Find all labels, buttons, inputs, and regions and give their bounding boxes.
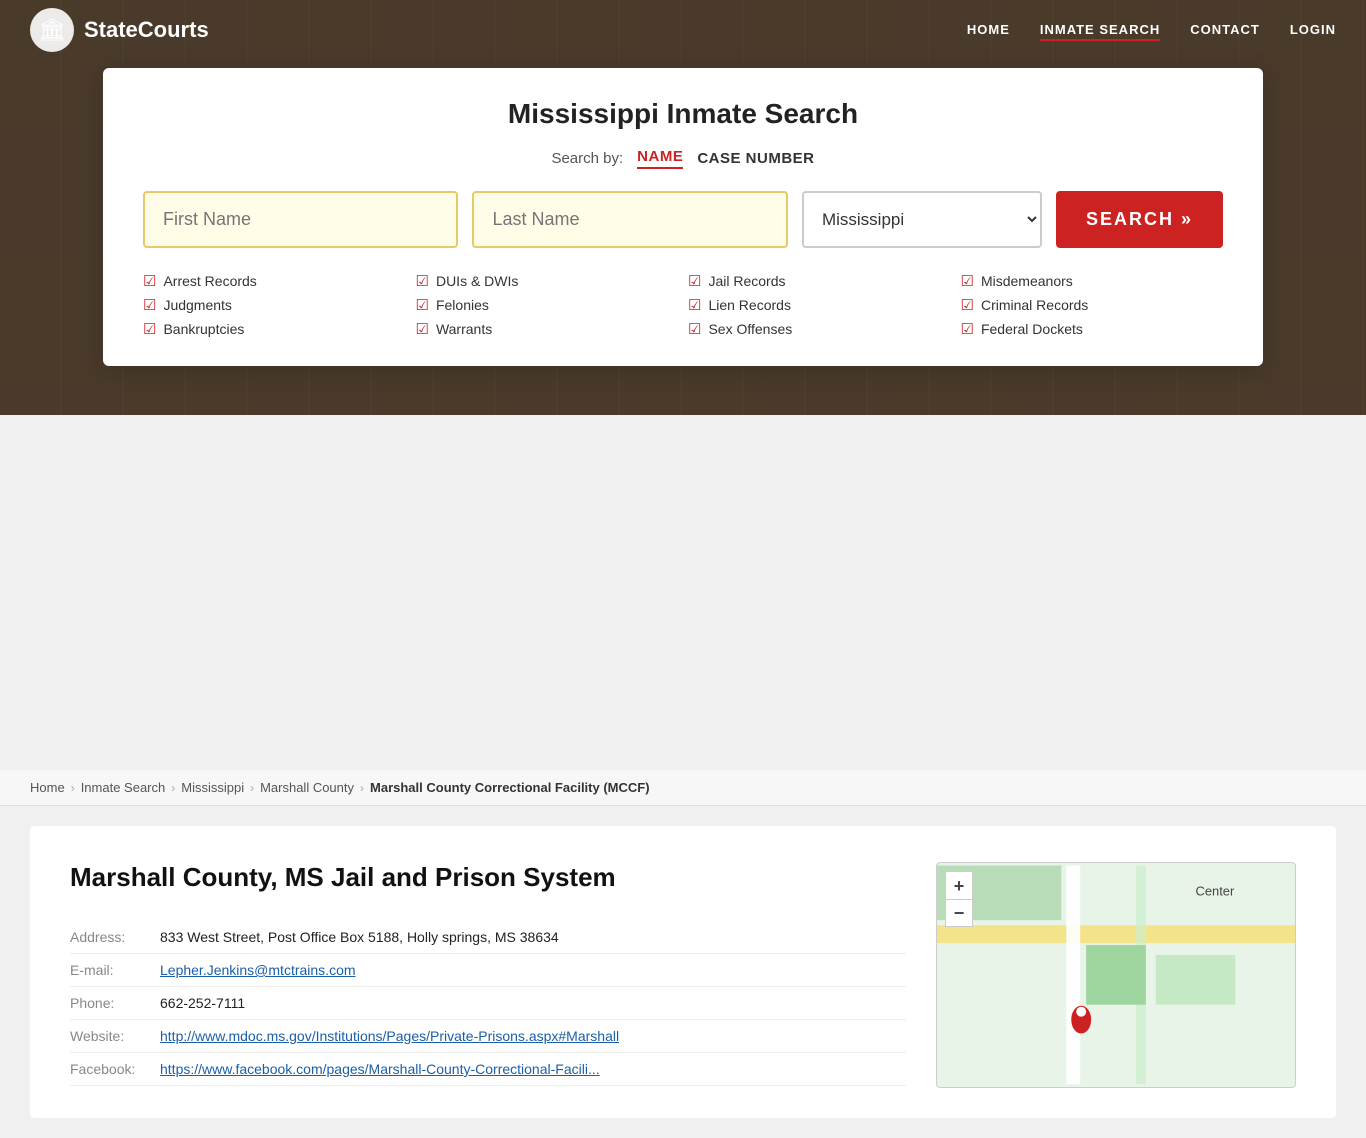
check-label-felonies: Felonies [436,297,489,313]
check-label-arrest: Arrest Records [163,273,256,289]
check-icon-warrants: ☑ [416,320,429,338]
website-row: Website: http://www.mdoc.ms.gov/Institut… [70,1020,906,1053]
check-icon-arrest: ☑ [143,272,156,290]
facebook-row: Facebook: https://www.facebook.com/pages… [70,1053,906,1086]
breadcrumb-sep-2: › [171,781,175,795]
check-icon-criminal: ☑ [961,296,974,314]
svg-text:Center: Center [1196,883,1235,898]
check-icon-felonies: ☑ [416,296,429,314]
map-svg: Center [937,863,1295,1087]
breadcrumb-sep-4: › [360,781,364,795]
search-by-label: Search by: [551,150,623,167]
last-name-input[interactable] [472,191,787,248]
breadcrumb: Home › Inmate Search › Mississippi › Mar… [0,770,1366,806]
tab-case-number[interactable]: CASE NUMBER [697,150,814,167]
phone-value: 662-252-7111 [160,987,906,1020]
facility-title: Marshall County, MS Jail and Prison Syst… [70,862,906,893]
facebook-value: https://www.facebook.com/pages/Marshall-… [160,1053,906,1086]
check-bankruptcies: ☑ Bankruptcies [143,320,406,338]
check-icon-lien: ☑ [688,296,701,314]
check-label-criminal: Criminal Records [981,297,1088,313]
check-judgments: ☑ Judgments [143,296,406,314]
facility-info: Marshall County, MS Jail and Prison Syst… [70,862,906,1088]
checklist-grid: ☑ Arrest Records ☑ DUIs & DWIs ☑ Jail Re… [143,272,1223,338]
check-icon-jail: ☑ [688,272,701,290]
search-inputs: Mississippi SEARCH » [143,191,1223,248]
check-label-misdemeanors: Misdemeanors [981,273,1073,289]
check-label-judgments: Judgments [163,297,231,313]
state-select[interactable]: Mississippi [802,191,1042,248]
modal-title: Mississippi Inmate Search [143,98,1223,130]
logo-icon: 🏛 [30,8,74,52]
check-icon-bankruptcies: ☑ [143,320,156,338]
check-federal-dockets: ☑ Federal Dockets [961,320,1224,338]
address-value: 833 West Street, Post Office Box 5188, H… [160,921,906,954]
address-row: Address: 833 West Street, Post Office Bo… [70,921,906,954]
check-misdemeanors: ☑ Misdemeanors [961,272,1224,290]
search-by-row: Search by: NAME CASE NUMBER [143,148,1223,169]
nav-login[interactable]: LOGIN [1290,22,1336,37]
check-felonies: ☑ Felonies [416,296,679,314]
check-lien-records: ☑ Lien Records [688,296,951,314]
check-label-lien: Lien Records [708,297,791,313]
logo-name: StateCourts [84,17,209,43]
address-label: Address: [70,921,160,954]
email-link[interactable]: Lepher.Jenkins@mtctrains.com [160,962,356,978]
facebook-link[interactable]: https://www.facebook.com/pages/Marshall-… [160,1061,600,1077]
nav-home[interactable]: HOME [967,22,1010,37]
website-link[interactable]: http://www.mdoc.ms.gov/Institutions/Page… [160,1028,619,1044]
hero-section: COURTHOUSE 🏛 StateCourts HOME INMATE SEA… [0,0,1366,415]
first-name-input[interactable] [143,191,458,248]
check-label-warrants: Warrants [436,321,492,337]
check-icon-sex-offenses: ☑ [688,320,701,338]
check-label-duis: DUIs & DWIs [436,273,518,289]
check-icon-judgments: ☑ [143,296,156,314]
check-warrants: ☑ Warrants [416,320,679,338]
check-criminal-records: ☑ Criminal Records [961,296,1224,314]
check-label-federal: Federal Dockets [981,321,1083,337]
check-sex-offenses: ☑ Sex Offenses [688,320,951,338]
website-value: http://www.mdoc.ms.gov/Institutions/Page… [160,1020,906,1053]
map-zoom-in[interactable]: + [945,871,973,899]
check-icon-duis: ☑ [416,272,429,290]
map-container: + − Center [936,862,1296,1088]
nav-contact[interactable]: CONTACT [1190,22,1260,37]
breadcrumb-inmate-search[interactable]: Inmate Search [81,780,166,795]
breadcrumb-mississippi[interactable]: Mississippi [181,780,244,795]
check-arrest-records: ☑ Arrest Records [143,272,406,290]
breadcrumb-current: Marshall County Correctional Facility (M… [370,780,650,795]
email-value: Lepher.Jenkins@mtctrains.com [160,954,906,987]
check-label-sex-offenses: Sex Offenses [708,321,792,337]
nav-inmate-search[interactable]: INMATE SEARCH [1040,22,1160,41]
breadcrumb-home[interactable]: Home [30,780,65,795]
map-zoom-out[interactable]: − [945,899,973,927]
breadcrumb-sep-3: › [250,781,254,795]
tab-name[interactable]: NAME [637,148,683,169]
search-button[interactable]: SEARCH » [1056,191,1223,248]
phone-row: Phone: 662-252-7111 [70,987,906,1020]
main-content: Marshall County, MS Jail and Prison Syst… [30,826,1336,1118]
breadcrumb-marshall-county[interactable]: Marshall County [260,780,354,795]
email-row: E-mail: Lepher.Jenkins@mtctrains.com [70,954,906,987]
email-label: E-mail: [70,954,160,987]
check-label-bankruptcies: Bankruptcies [163,321,244,337]
info-table: Address: 833 West Street, Post Office Bo… [70,921,906,1086]
website-label: Website: [70,1020,160,1053]
breadcrumb-sep-1: › [71,781,75,795]
navbar: 🏛 StateCourts HOME INMATE SEARCH CONTACT… [0,0,1366,60]
check-duis: ☑ DUIs & DWIs [416,272,679,290]
facebook-label: Facebook: [70,1053,160,1086]
check-icon-federal: ☑ [961,320,974,338]
phone-label: Phone: [70,987,160,1020]
map-controls: + − [945,871,973,927]
search-modal: Mississippi Inmate Search Search by: NAM… [103,68,1263,366]
nav-links: HOME INMATE SEARCH CONTACT LOGIN [967,21,1336,39]
check-icon-misdemeanors: ☑ [961,272,974,290]
check-jail-records: ☑ Jail Records [688,272,951,290]
logo[interactable]: 🏛 StateCourts [30,8,209,52]
check-label-jail: Jail Records [708,273,785,289]
